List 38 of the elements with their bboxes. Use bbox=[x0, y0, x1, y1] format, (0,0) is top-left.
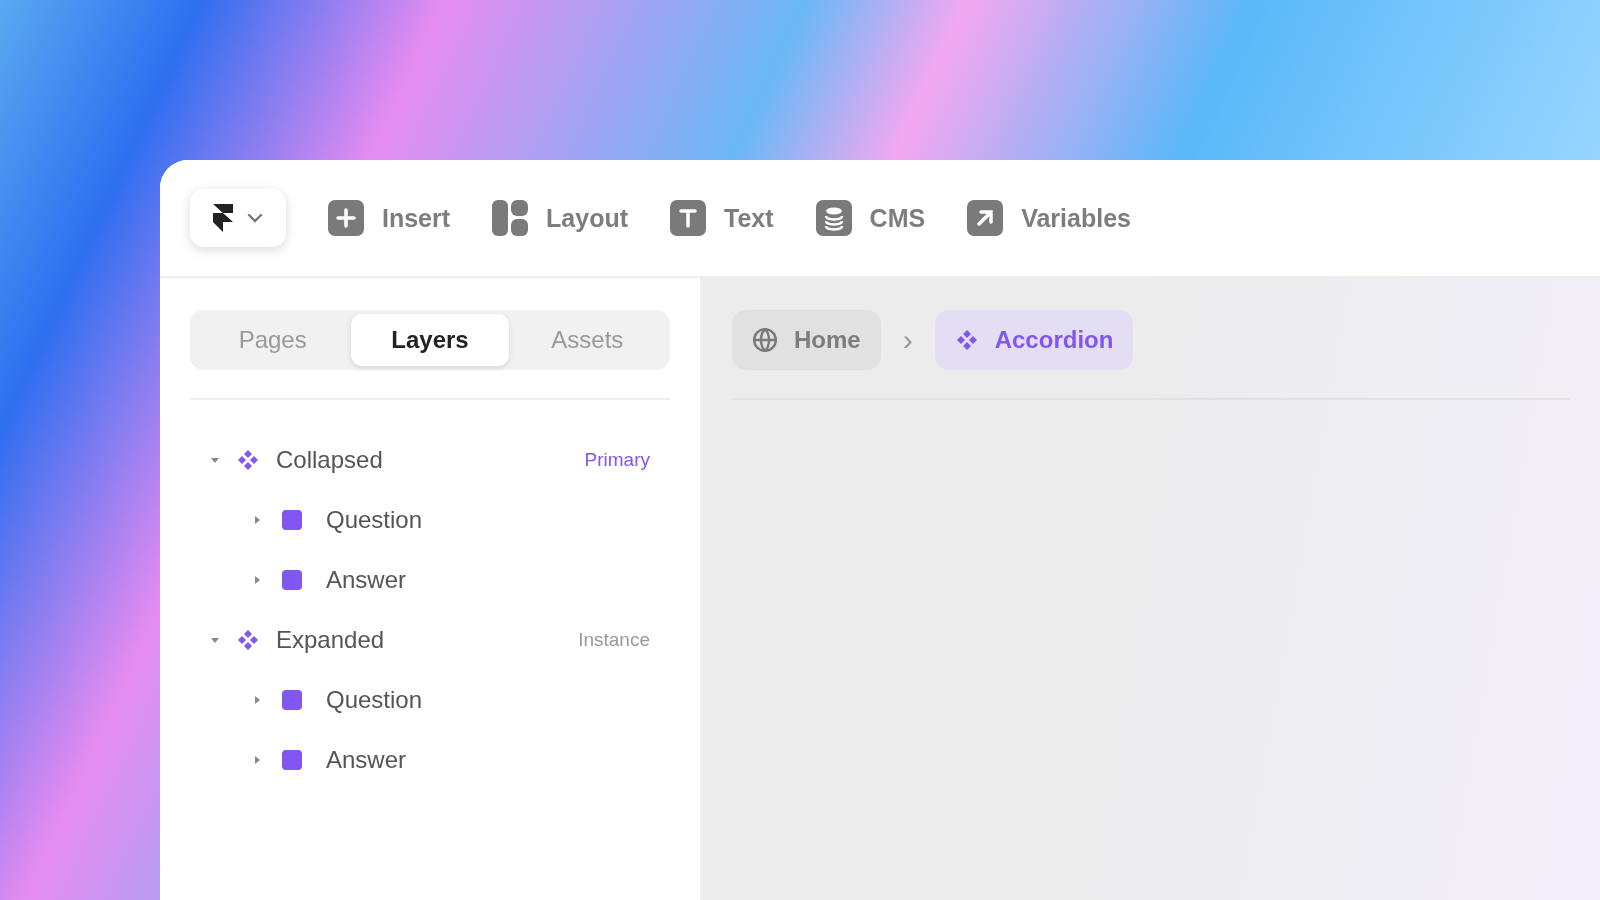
globe-icon bbox=[752, 327, 778, 353]
layer-name[interactable]: Question bbox=[326, 506, 423, 534]
caret-right-icon[interactable] bbox=[252, 695, 262, 705]
plus-icon bbox=[328, 200, 364, 236]
layer-name[interactable]: Collapsed bbox=[276, 446, 383, 474]
caret-right-icon[interactable] bbox=[252, 515, 262, 525]
caret-down-icon[interactable] bbox=[210, 455, 220, 465]
breadcrumb-separator: › bbox=[902, 323, 913, 357]
toolbar-button[interactable]: Text bbox=[670, 200, 774, 236]
logo-icon bbox=[213, 204, 233, 232]
layer-name[interactable]: Answer bbox=[326, 746, 407, 774]
tab[interactable]: Layers bbox=[351, 314, 509, 366]
layout-icon bbox=[492, 200, 529, 236]
layer-name[interactable]: Answer bbox=[326, 566, 407, 594]
database-icon bbox=[815, 200, 852, 236]
tab[interactable]: Assets bbox=[508, 314, 666, 366]
component-icon bbox=[236, 628, 260, 652]
layer-tag: Instance bbox=[578, 629, 650, 651]
frame-icon bbox=[282, 690, 302, 710]
frame-icon bbox=[282, 510, 302, 530]
caret-right-icon[interactable] bbox=[252, 755, 262, 765]
caret-right-icon[interactable] bbox=[252, 575, 262, 585]
caret-down-icon[interactable] bbox=[210, 635, 220, 645]
breadcrumb-item[interactable]: Home bbox=[732, 310, 881, 370]
toolbar-button[interactable]: Layout bbox=[492, 200, 629, 236]
tab[interactable]: Pages bbox=[194, 314, 352, 366]
component-icon bbox=[236, 448, 260, 472]
toolbar-button[interactable]: Insert bbox=[328, 200, 451, 236]
logo-menu-button[interactable] bbox=[190, 189, 286, 247]
toolbar-button[interactable]: CMS bbox=[815, 200, 926, 236]
toolbar-button[interactable]: Variables bbox=[967, 200, 1131, 236]
layer-name[interactable]: Expanded bbox=[276, 626, 385, 654]
frame-icon bbox=[282, 570, 302, 590]
layer-tag: Primary bbox=[584, 449, 650, 471]
text-icon bbox=[670, 200, 707, 236]
breadcrumb-item[interactable]: Accordion bbox=[934, 310, 1134, 370]
frame-icon bbox=[282, 750, 302, 770]
layer-name[interactable]: Question bbox=[326, 686, 423, 714]
